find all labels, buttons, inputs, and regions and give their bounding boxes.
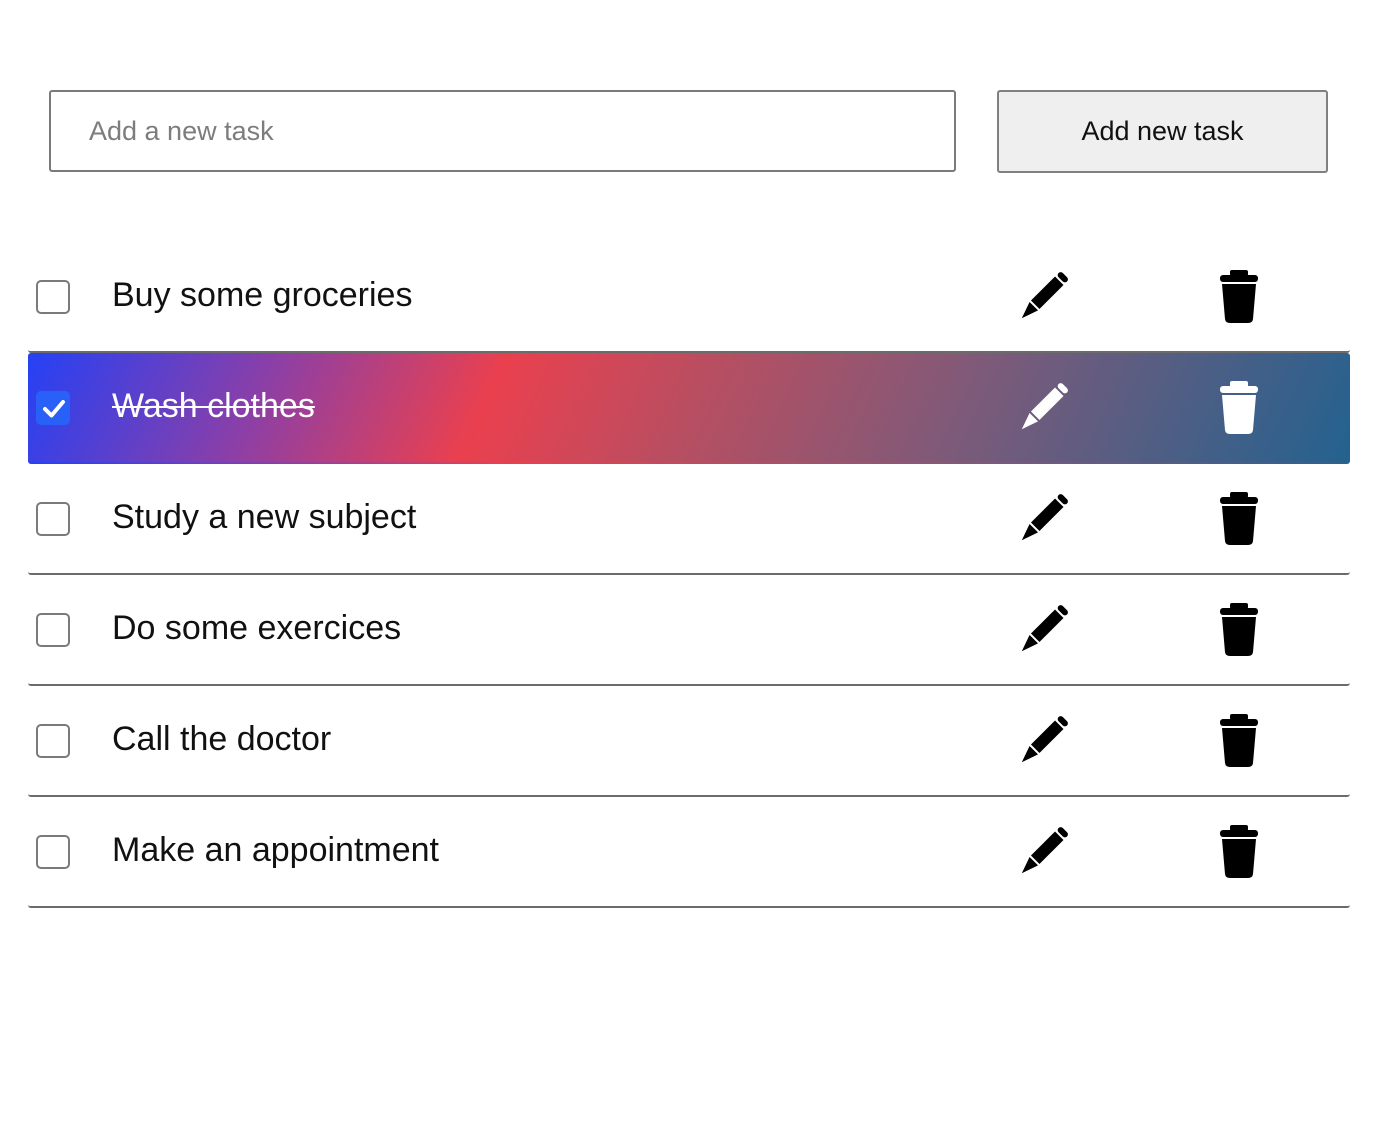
task-label: Study a new subject [112, 498, 417, 536]
pencil-icon [1021, 716, 1068, 763]
task-label: Call the doctor [112, 720, 332, 758]
delete-task-button[interactable] [1208, 377, 1270, 439]
trash-icon [1220, 381, 1258, 434]
task-checkbox[interactable] [36, 613, 70, 647]
pencil-icon [1021, 605, 1068, 652]
add-task-button[interactable]: Add new task [997, 90, 1328, 173]
task-checkbox[interactable] [36, 835, 70, 869]
task-checkbox[interactable] [36, 502, 70, 536]
delete-task-button[interactable] [1208, 488, 1270, 550]
delete-task-button[interactable] [1208, 821, 1270, 883]
task-row: Study a new subject [28, 464, 1350, 575]
task-checkbox[interactable] [36, 391, 70, 425]
checkmark-icon [43, 400, 65, 418]
task-checkbox[interactable] [36, 280, 70, 314]
trash-icon [1220, 825, 1258, 878]
pencil-icon [1021, 272, 1068, 319]
trash-icon [1220, 270, 1258, 323]
delete-task-button[interactable] [1208, 266, 1270, 328]
task-label: Do some exercices [112, 609, 402, 647]
task-row: Wash clothes [28, 353, 1350, 464]
task-row: Buy some groceries [28, 242, 1350, 353]
new-task-bar: Add new task [0, 0, 1378, 200]
edit-task-button[interactable] [1012, 599, 1074, 661]
delete-task-button[interactable] [1208, 710, 1270, 772]
trash-icon [1220, 603, 1258, 656]
new-task-input[interactable] [49, 90, 956, 172]
trash-icon [1220, 492, 1258, 545]
pencil-icon [1021, 827, 1068, 874]
task-row: Do some exercices [28, 575, 1350, 686]
edit-task-button[interactable] [1012, 377, 1074, 439]
task-label: Buy some groceries [112, 276, 413, 314]
delete-task-button[interactable] [1208, 599, 1270, 661]
pencil-icon [1021, 494, 1068, 541]
task-label: Wash clothes [112, 387, 315, 425]
task-list: Buy some groceries Wash clothes Study a … [28, 242, 1350, 908]
edit-task-button[interactable] [1012, 488, 1074, 550]
pencil-icon [1021, 383, 1068, 430]
trash-icon [1220, 714, 1258, 767]
task-checkbox[interactable] [36, 724, 70, 758]
edit-task-button[interactable] [1012, 710, 1074, 772]
edit-task-button[interactable] [1012, 821, 1074, 883]
task-label: Make an appointment [112, 831, 439, 869]
task-row: Call the doctor [28, 686, 1350, 797]
edit-task-button[interactable] [1012, 266, 1074, 328]
task-row: Make an appointment [28, 797, 1350, 908]
